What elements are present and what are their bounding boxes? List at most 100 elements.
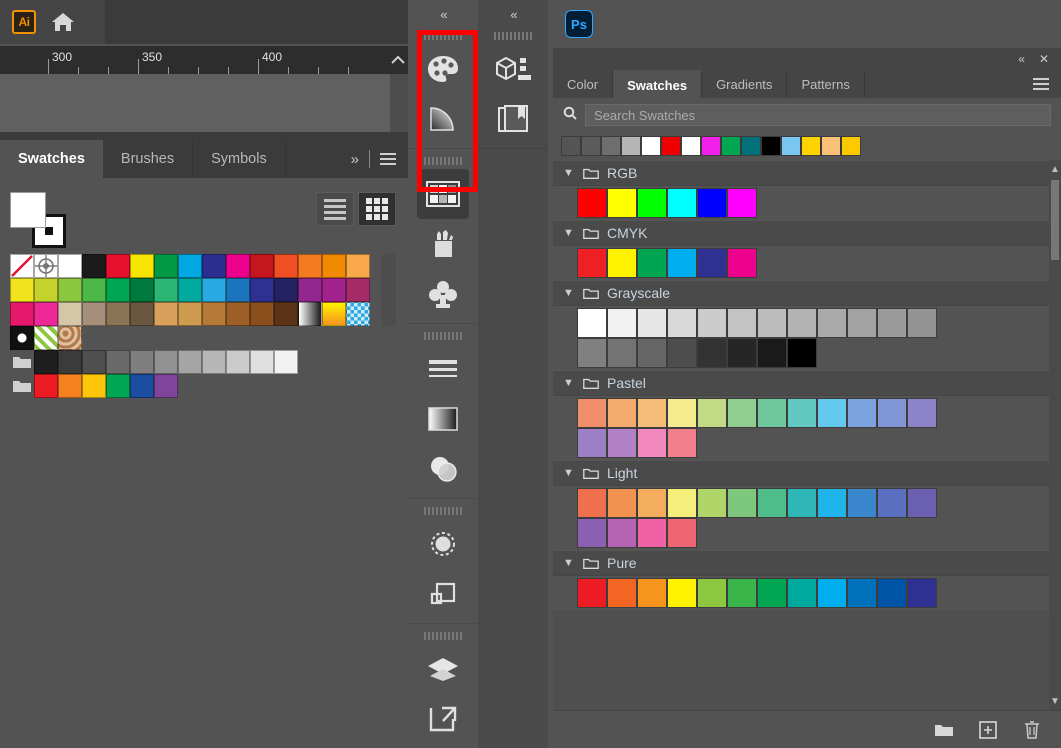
swatch[interactable] [130, 254, 154, 278]
swatch[interactable] [877, 308, 907, 338]
swatch[interactable] [607, 518, 637, 548]
swatch[interactable] [10, 254, 34, 278]
swatch[interactable] [727, 488, 757, 518]
swatches-icon[interactable] [417, 169, 469, 219]
swatch[interactable] [130, 374, 154, 398]
swatch-scroll-gutter[interactable] [382, 254, 396, 326]
swatch[interactable] [607, 338, 637, 368]
swatch[interactable] [106, 254, 130, 278]
rail-grip[interactable] [408, 28, 478, 44]
close-icon[interactable]: ✕ [1039, 52, 1049, 66]
chevron-down-icon[interactable]: ▼ [563, 287, 575, 299]
swatch[interactable] [322, 302, 346, 326]
chevron-down-icon[interactable]: ▼ [563, 227, 575, 239]
chevrons-left-icon[interactable]: « [1018, 52, 1025, 66]
swatch[interactable] [877, 578, 907, 608]
home-icon[interactable] [50, 10, 76, 34]
swatch[interactable] [274, 254, 298, 278]
swatch[interactable] [607, 308, 637, 338]
rail-grip[interactable] [408, 328, 478, 344]
swatch[interactable] [298, 302, 322, 326]
swatch[interactable] [667, 398, 697, 428]
swatch[interactable] [757, 338, 787, 368]
swatch[interactable] [577, 518, 607, 548]
swatch[interactable] [154, 350, 178, 374]
recent-swatch[interactable] [661, 136, 681, 156]
fill-stroke-indicator[interactable] [10, 192, 66, 248]
rail-grip[interactable] [408, 628, 478, 644]
tab-swatches[interactable]: Swatches [613, 70, 703, 98]
swatch[interactable] [577, 248, 607, 278]
chevron-down-icon[interactable]: ▼ [563, 467, 575, 479]
swatch-list-scrollbar[interactable]: ▲ ▼ [1049, 160, 1061, 710]
swatch[interactable] [58, 254, 82, 278]
swatch[interactable] [637, 518, 667, 548]
swatch-group-header[interactable]: ▼ RGB [553, 160, 1061, 186]
scrollbar-thumb[interactable] [1051, 180, 1059, 260]
swatch[interactable] [82, 278, 106, 302]
swatch[interactable] [250, 278, 274, 302]
recent-swatch[interactable] [681, 136, 701, 156]
swatch[interactable] [178, 350, 202, 374]
swatch[interactable] [577, 398, 607, 428]
swatch[interactable] [727, 398, 757, 428]
export-icon[interactable] [408, 694, 478, 744]
swatch[interactable] [106, 278, 130, 302]
swatch[interactable] [250, 350, 274, 374]
swatch[interactable] [346, 254, 370, 278]
swatch[interactable] [637, 188, 667, 218]
swatch[interactable] [58, 302, 82, 326]
swatch[interactable] [637, 248, 667, 278]
hamburger-menu-icon[interactable] [380, 150, 396, 168]
swatch[interactable] [697, 488, 727, 518]
swatch[interactable] [907, 398, 937, 428]
swatch[interactable] [202, 278, 226, 302]
recent-swatch[interactable] [581, 136, 601, 156]
swatch[interactable] [847, 488, 877, 518]
tab-gradients[interactable]: Gradients [702, 70, 788, 98]
tab-color[interactable]: Color [553, 70, 614, 98]
swatch[interactable] [817, 308, 847, 338]
swatch[interactable] [637, 488, 667, 518]
swatch[interactable] [727, 248, 757, 278]
grid-view-button[interactable] [358, 192, 396, 226]
chevron-down-icon[interactable]: ▼ [563, 557, 575, 569]
swatch[interactable] [577, 308, 607, 338]
swatch[interactable] [226, 302, 250, 326]
swatch[interactable] [34, 326, 58, 350]
transparency-icon[interactable] [408, 444, 478, 494]
swatch[interactable] [577, 188, 607, 218]
rail-collapse-secondary[interactable]: « [478, 0, 548, 28]
swatch[interactable] [577, 488, 607, 518]
swatch[interactable] [34, 254, 58, 278]
swatch[interactable] [637, 398, 667, 428]
search-input[interactable]: Search Swatches [585, 104, 1051, 126]
recent-swatch[interactable] [801, 136, 821, 156]
canvas-collapse-button[interactable] [388, 46, 408, 74]
recent-swatch[interactable] [721, 136, 741, 156]
recent-swatch[interactable] [781, 136, 801, 156]
swatch[interactable] [667, 308, 697, 338]
swatch[interactable] [787, 398, 817, 428]
swatch[interactable] [130, 350, 154, 374]
swatch[interactable] [10, 302, 34, 326]
swatch-group-header[interactable]: ▼ Light [553, 460, 1061, 486]
swatch[interactable] [34, 374, 58, 398]
swatch[interactable] [250, 302, 274, 326]
swatch[interactable] [727, 578, 757, 608]
swatch[interactable] [637, 578, 667, 608]
swatch[interactable] [274, 302, 298, 326]
swatch[interactable] [10, 374, 34, 398]
tab-swatches[interactable]: Swatches [0, 140, 103, 178]
swatch-group-header[interactable]: ▼ CMYK [553, 220, 1061, 246]
swatch[interactable] [787, 338, 817, 368]
swatch[interactable] [607, 398, 637, 428]
swatch[interactable] [787, 578, 817, 608]
recent-swatch[interactable] [741, 136, 761, 156]
swatch[interactable] [154, 302, 178, 326]
swatch[interactable] [607, 428, 637, 458]
swatch-group-header[interactable]: ▼ Grayscale [553, 280, 1061, 306]
swatch[interactable] [106, 374, 130, 398]
swatch[interactable] [10, 326, 34, 350]
swatch[interactable] [757, 398, 787, 428]
